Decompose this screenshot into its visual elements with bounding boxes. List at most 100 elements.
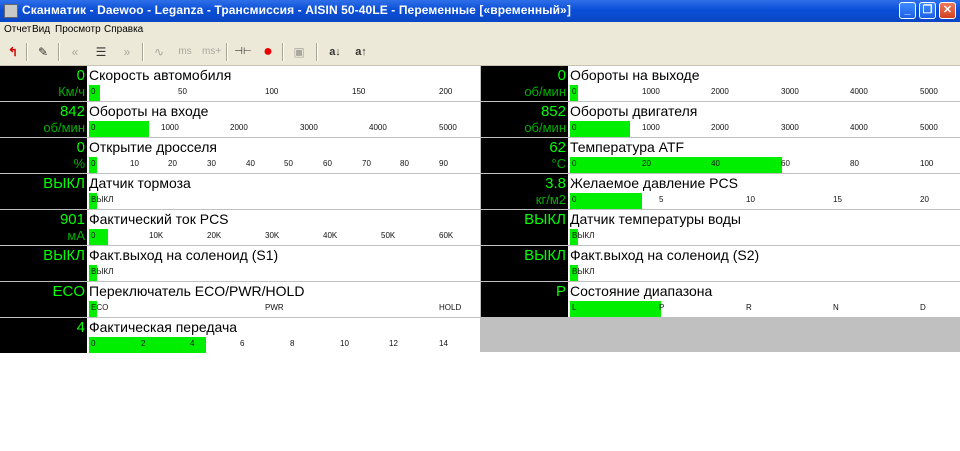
- scale-tick-label: 30: [207, 159, 216, 168]
- param-level-bar: [89, 337, 206, 353]
- param-value: 852: [540, 103, 566, 120]
- connect-icon[interactable]: ⊣⊢: [232, 43, 254, 61]
- param-value: ВЫКЛ: [524, 247, 566, 264]
- param-value-box: 3.8 кг/м2: [481, 174, 568, 209]
- param-panel[interactable]: 62 °C Температура ATF 0 20 40 60 80 100: [481, 138, 960, 173]
- prev-icon[interactable]: «: [66, 43, 84, 61]
- scale-tick-label: 80: [850, 159, 859, 168]
- param-panel[interactable]: 842 об/мин Обороты на входе 0 1000 2000 3000 40…: [0, 102, 480, 137]
- scale-tick-label: 1000: [642, 123, 660, 132]
- scale-tick-label: 20: [642, 159, 651, 168]
- wave-icon[interactable]: ∿: [150, 43, 168, 61]
- sort-desc-icon[interactable]: a↓: [326, 43, 344, 61]
- scale-tick-label: PWR: [265, 303, 284, 312]
- param-value: P: [555, 283, 566, 300]
- toolbar-separator: [316, 43, 318, 61]
- scale-tick-label: ECO: [91, 303, 109, 312]
- scale-tick-label: 20: [168, 159, 177, 168]
- next-icon[interactable]: »: [118, 43, 136, 61]
- scale-tick-label: 5000: [920, 87, 938, 96]
- scale-tick-label: 2000: [711, 87, 729, 96]
- scale-tick-label: 0: [572, 159, 577, 168]
- scale-tick-label: 4000: [850, 87, 868, 96]
- param-value-box: 842 об/мин: [0, 102, 87, 137]
- scale-tick-label: 10: [340, 339, 349, 348]
- maximize-button[interactable]: ❐: [919, 2, 936, 19]
- scale-tick-label: 200: [439, 87, 453, 96]
- scale-tick-label: 60: [781, 159, 790, 168]
- back-icon[interactable]: ↰: [4, 43, 22, 61]
- param-name: Температура ATF: [570, 139, 685, 155]
- scale-tick-label: 0: [91, 159, 96, 168]
- scale-tick-label: ВЫКЛ: [91, 267, 114, 276]
- parameters-grid: 0 Км/ч Скорость автомобиля 0 50 100 150 200 0 об/…: [0, 66, 960, 353]
- param-level-bar: [570, 301, 661, 317]
- param-level-bar: [570, 121, 630, 137]
- param-panel[interactable]: 0 об/мин Обороты на выходе 0 1000 2000 3000 400…: [481, 66, 960, 101]
- menu-view[interactable]: Вид: [32, 24, 50, 35]
- param-value: ВЫКЛ: [524, 211, 566, 228]
- scale-tick-label: 50: [178, 87, 187, 96]
- param-panel[interactable]: 3.8 кг/м2 Желаемое давление PCS 0 5 10 15 20: [481, 174, 960, 209]
- param-unit: кг/м2: [535, 192, 566, 207]
- scale-tick-label: 0: [572, 87, 577, 96]
- param-panel[interactable]: ВЫКЛ Факт.выход на соленоид (S1) ВЫКЛ: [0, 246, 480, 281]
- scale-tick-label: 4000: [850, 123, 868, 132]
- scale-tick-label: 15: [833, 195, 842, 204]
- param-unit: об/мин: [524, 120, 566, 135]
- param-value: ВЫКЛ: [43, 247, 85, 264]
- param-panel[interactable]: 0% Открытие дросселя 0 10 20 30 40 50 60 70 80 90: [0, 138, 480, 173]
- scale-tick-label: HOLD: [439, 303, 462, 312]
- scale-tick-label: 4000: [369, 123, 387, 132]
- image-icon[interactable]: ▣: [290, 43, 308, 61]
- scale-tick-label: 30K: [265, 231, 280, 240]
- scale-tick-label: 3000: [300, 123, 318, 132]
- scale-tick-label: R: [746, 303, 752, 312]
- ms-plus-icon[interactable]: ms+: [202, 43, 221, 61]
- scale-tick-label: 10: [130, 159, 139, 168]
- minimize-button[interactable]: _: [899, 2, 916, 19]
- scale-tick-label: L: [572, 303, 577, 312]
- param-value: ECO: [52, 283, 85, 300]
- param-panel[interactable]: 852 об/мин Обороты двигателя 0 1000 2000 3000 4…: [481, 102, 960, 137]
- param-unit: об/мин: [524, 84, 566, 99]
- toolbar-separator: [226, 43, 228, 61]
- ms-icon[interactable]: ms: [176, 43, 194, 61]
- param-value: 4: [76, 319, 85, 336]
- param-name: Обороты двигателя: [570, 103, 698, 119]
- menu-browse[interactable]: Просмотр: [55, 24, 101, 35]
- scale-tick-label: 60: [323, 159, 332, 168]
- scale-tick-label: 50K: [381, 231, 396, 240]
- toolbar: ↰ ✎ « ☰ » ∿ ms ms+ ⊣⊢ ● ▣ a↓ a↑: [0, 39, 960, 66]
- app-icon: [4, 4, 18, 18]
- scale-tick-label: 2000: [711, 123, 729, 132]
- param-unit: %: [73, 156, 85, 171]
- param-name: Состояние диапазона: [570, 283, 713, 299]
- param-value-box: P: [481, 282, 568, 317]
- edit-icon[interactable]: ✎: [34, 43, 52, 61]
- menu-bar: Отчет Вид Просмотр Справка: [0, 22, 960, 39]
- param-panel[interactable]: ВЫКЛ Датчик тормоза ВЫКЛ: [0, 174, 480, 209]
- param-panel[interactable]: ВЫКЛ Датчик температуры воды ВЫКЛ: [481, 210, 960, 245]
- param-panel[interactable]: ECO Переключатель ECO/PWR/HOLD ECO PWR HOLD: [0, 282, 480, 317]
- param-value-box: 0%: [0, 138, 87, 173]
- param-panel[interactable]: ВЫКЛ Факт.выход на соленоид (S2) ВЫКЛ: [481, 246, 960, 281]
- param-panel[interactable]: 4 Фактическая передача 0 2 4 6 8 10 12 14: [0, 318, 480, 353]
- param-name: Датчик температуры воды: [570, 211, 741, 227]
- sort-asc-icon[interactable]: a↑: [352, 43, 370, 61]
- menu-help[interactable]: Справка: [104, 24, 143, 35]
- menu-report[interactable]: Отчет: [4, 24, 31, 35]
- param-panel[interactable]: 0 Км/ч Скорость автомобиля 0 50 100 150 200: [0, 66, 480, 101]
- record-icon[interactable]: ●: [259, 43, 277, 61]
- param-panel[interactable]: 901 мА Фактический ток PCS 0 10K 20K 30K 40K 50K…: [0, 210, 480, 245]
- close-button[interactable]: ✕: [939, 2, 956, 19]
- param-panel[interactable]: P Состояние диапазона L P R N D: [481, 282, 960, 317]
- toolbar-separator: [58, 43, 60, 61]
- scale-tick-label: 10K: [149, 231, 164, 240]
- list-icon[interactable]: ☰: [92, 43, 110, 61]
- scale-tick-label: 70: [362, 159, 371, 168]
- param-unit: °C: [551, 156, 566, 171]
- param-unit: Км/ч: [58, 84, 85, 99]
- scale-tick-label: 60K: [439, 231, 454, 240]
- param-value-box: 852 об/мин: [481, 102, 568, 137]
